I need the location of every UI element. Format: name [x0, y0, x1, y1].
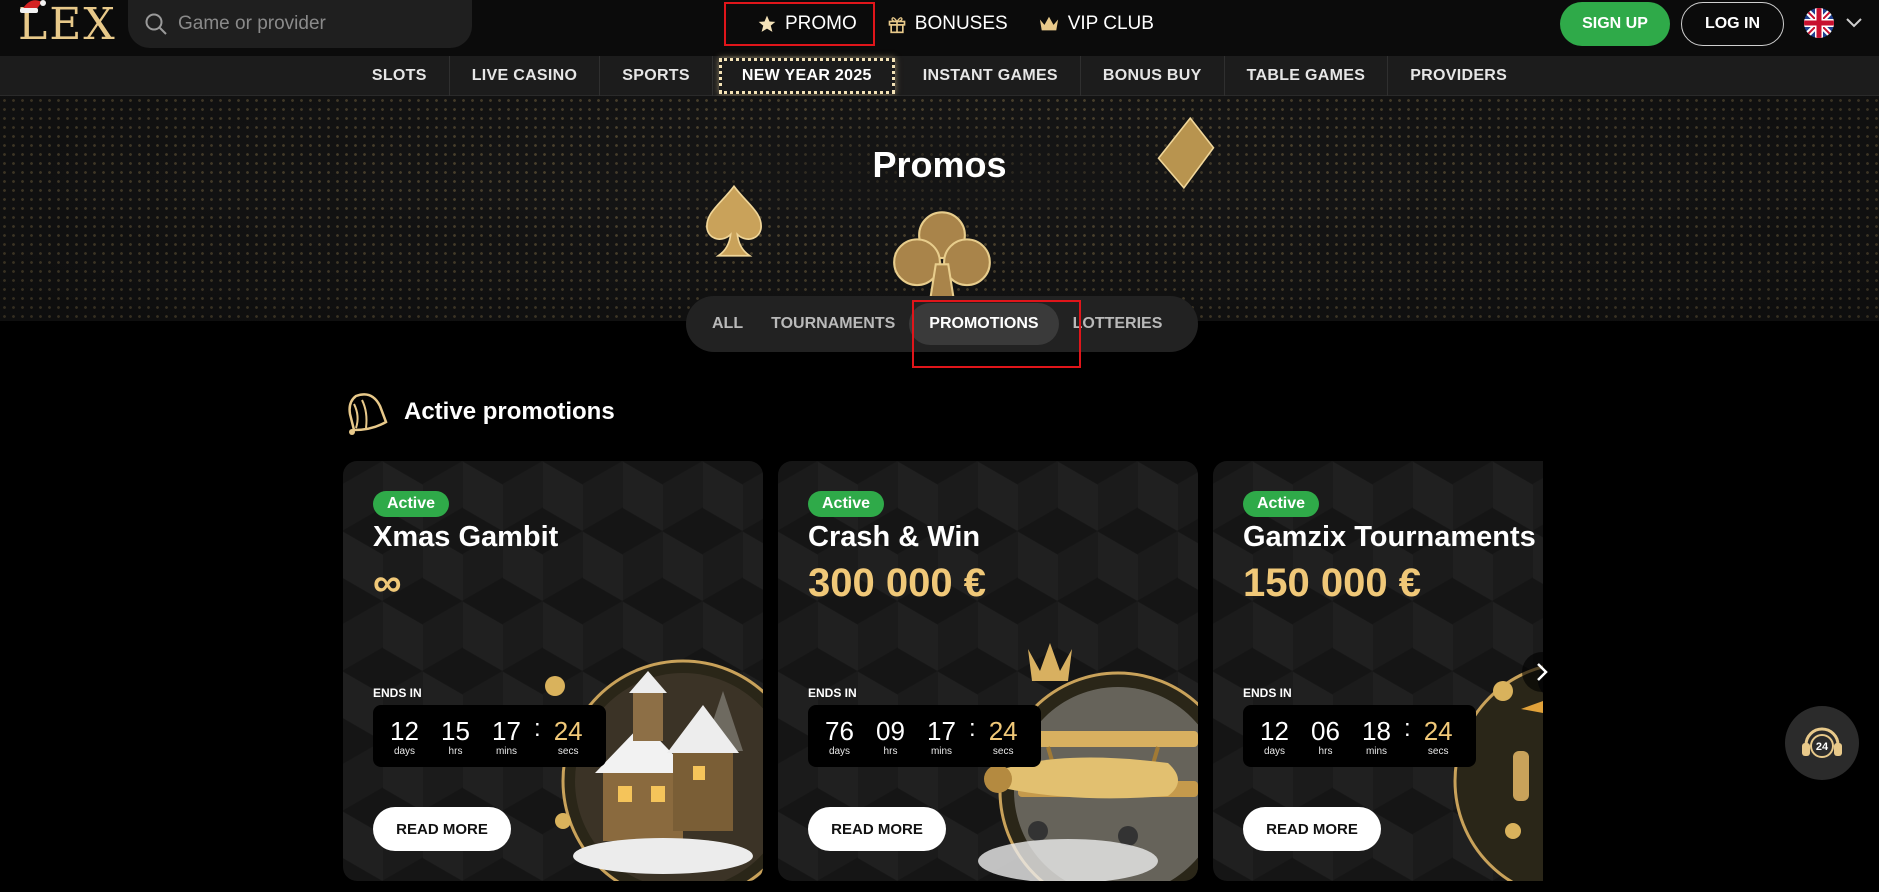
promo-card[interactable]: Active Gamzix Tournaments 150 000 € ENDS… [1213, 461, 1543, 881]
page-title: Promos [872, 144, 1007, 185]
timer-days: 76 days [825, 715, 854, 757]
promo-amount: 300 000 € [808, 561, 986, 605]
club-ornament-icon [893, 211, 991, 305]
nav-bonuses-label: BONUSES [914, 13, 1008, 34]
chevron-right-icon [1537, 663, 1548, 681]
uk-flag-icon [1804, 8, 1834, 38]
nav-promo-label: PROMO [785, 13, 857, 34]
signup-button[interactable]: SIGN UP [1560, 2, 1670, 46]
category-instant-games[interactable]: INSTANT GAMES [901, 56, 1081, 96]
ends-in-label: ENDS IN [373, 686, 422, 700]
category-bonus-buy[interactable]: BONUS BUY [1081, 56, 1225, 96]
countdown-timer: 12 days 06 hrs 18 mins : 24 secs [1243, 705, 1476, 767]
timer-seconds: 24 secs [1423, 715, 1453, 757]
nav-bonuses[interactable]: BONUSES [887, 4, 1008, 44]
timer-separator: : [1404, 715, 1411, 742]
promotions-tab-highlight [912, 300, 1081, 368]
timer-hours: 06 hrs [1311, 715, 1340, 757]
timer-separator: : [534, 715, 541, 742]
nav-vip-club[interactable]: VIP CLUB [1038, 4, 1154, 44]
gift-icon [888, 17, 906, 34]
login-button[interactable]: LOG IN [1681, 2, 1784, 46]
timer-hours: 09 hrs [876, 715, 905, 757]
read-more-button[interactable]: READ MORE [373, 807, 511, 851]
section-title: Active promotions [404, 398, 615, 425]
promo-amount: 150 000 € [1243, 561, 1421, 605]
tab-all[interactable]: ALL [698, 303, 757, 345]
timer-minutes: 17 mins [927, 715, 956, 757]
promo-title: Xmas Gambit [373, 521, 559, 553]
section-header: Active promotions [342, 388, 615, 436]
timer-minutes: 17 mins [492, 715, 521, 757]
star-icon [758, 15, 776, 32]
nav-vip-club-label: VIP CLUB [1067, 13, 1154, 34]
timer-separator: : [969, 715, 976, 742]
promo-title: Crash & Win [808, 521, 981, 553]
category-new-year-2025[interactable]: NEW YEAR 2025 [718, 58, 895, 94]
promo-title: Gamzix Tournaments [1243, 521, 1536, 553]
category-live-casino[interactable]: LIVE CASINO [450, 56, 601, 96]
tab-tournaments[interactable]: TOURNAMENTS [757, 303, 909, 345]
timer-days: 12 days [1260, 715, 1289, 757]
status-badge: Active [808, 491, 885, 517]
support-label: 24 [1816, 741, 1829, 753]
category-providers[interactable]: PROVIDERS [1388, 56, 1529, 96]
timer-minutes: 18 mins [1362, 715, 1391, 757]
ends-in-label: ENDS IN [808, 686, 857, 700]
promo-card[interactable]: Active Xmas Gambit ∞ ENDS IN 12 days 15 hr… [343, 461, 763, 881]
countdown-timer: 76 days 09 hrs 17 mins : 24 secs [808, 705, 1041, 767]
promo-amount: ∞ [373, 561, 402, 605]
search-icon [145, 13, 167, 35]
category-sports[interactable]: SPORTS [600, 56, 713, 96]
countdown-timer: 12 days 15 hrs 17 mins : 24 secs [373, 705, 606, 767]
timer-days: 12 days [390, 715, 419, 757]
nav-promo[interactable]: PROMO [724, 2, 875, 46]
santa-hat-icon [20, 0, 46, 13]
top-nav: PROMO BONUSES VIP CLUB [724, 2, 1184, 46]
promo-cards-carousel: Active Xmas Gambit ∞ ENDS IN 12 days 15 hr… [343, 461, 1543, 881]
headset-24-icon: 24 [1802, 727, 1842, 758]
category-table-games[interactable]: TABLE GAMES [1225, 56, 1389, 96]
search-box[interactable] [128, 0, 472, 48]
crown-icon [1039, 16, 1058, 31]
status-badge: Active [373, 491, 450, 517]
timer-hours: 15 hrs [441, 715, 470, 757]
top-bar: LEX PROMO BONUSES [0, 0, 1879, 56]
promo-card[interactable]: Active Crash & Win 300 000 € ENDS IN 76 d… [778, 461, 1198, 881]
read-more-button[interactable]: READ MORE [1243, 807, 1381, 851]
search-input[interactable] [178, 13, 438, 35]
spade-ornament-icon [706, 184, 762, 257]
bell-icon [348, 393, 388, 435]
language-selector[interactable] [1804, 8, 1862, 38]
support-chat-button[interactable]: 24 [1785, 706, 1859, 780]
timer-seconds: 24 secs [988, 715, 1018, 757]
promo-hero-banner: Promos [0, 96, 1879, 321]
chevron-down-icon [1846, 18, 1862, 28]
category-bar: SLOTS LIVE CASINO SPORTS NEW YEAR 2025 I… [0, 56, 1879, 96]
site-logo[interactable]: LEX [18, 0, 117, 48]
category-slots[interactable]: SLOTS [350, 56, 450, 96]
timer-seconds: 24 secs [553, 715, 583, 757]
status-badge: Active [1243, 491, 1320, 517]
read-more-button[interactable]: READ MORE [808, 807, 946, 851]
diamond-ornament-icon [1157, 116, 1215, 190]
ends-in-label: ENDS IN [1243, 686, 1292, 700]
carousel-next-button[interactable] [1522, 652, 1562, 692]
